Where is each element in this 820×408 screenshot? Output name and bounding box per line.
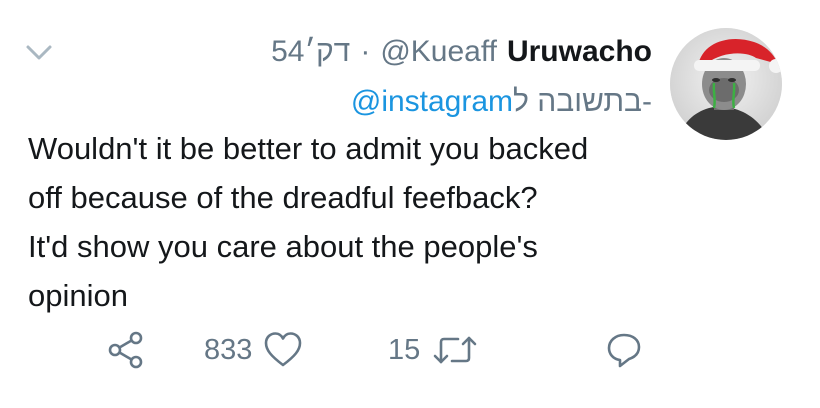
display-name[interactable]: Uruwacho [507,35,652,69]
retweet-count: 15 [388,333,421,366]
user-handle[interactable]: @Kueaff [380,35,497,69]
reply-prefix: בתשובה ל- [513,85,652,118]
avatar[interactable] [670,28,782,140]
tweet-time[interactable]: 54דק׳ [271,35,350,69]
retweet-button[interactable]: 15 [388,330,478,370]
tweet-text-line: It'd show you care about the people's [28,229,538,264]
share-button[interactable] [106,330,146,370]
reply-icon [604,330,644,370]
replying-to: @instagram בתשובה ל- [351,80,652,124]
like-button[interactable]: 833 [204,330,304,370]
tweet-text-line: off because of the dreadful feefback? [28,180,538,215]
header-separator: · [360,35,371,68]
tweet-actions: 833 15 [0,328,820,372]
share-icon [106,330,146,370]
reply-mention-link[interactable]: @instagram [351,85,513,119]
chevron-down-icon[interactable] [22,38,56,66]
like-count: 833 [204,333,253,366]
retweet-icon [432,330,478,370]
heart-icon [262,330,304,370]
reply-button[interactable] [604,330,644,370]
tweet-text: Wouldn't it be better to admit you backe… [28,124,658,320]
tweet-text-line: opinion [28,278,128,313]
tweet-header: 54דק׳ · @Kueaff Uruwacho [271,30,652,74]
tweet-text-line: Wouldn't it be better to admit you backe… [28,131,589,166]
